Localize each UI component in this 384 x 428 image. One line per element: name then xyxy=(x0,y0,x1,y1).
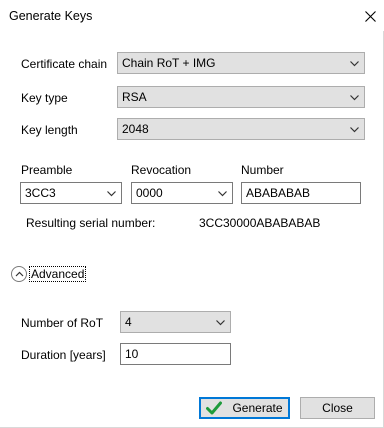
resulting-serial-value: 3CC30000ABABABAB xyxy=(199,216,321,230)
generate-button-label: Generate xyxy=(232,401,283,415)
revocation-value: 0000 xyxy=(136,186,163,200)
chevron-down-icon xyxy=(350,127,359,133)
certificate-chain-value: Chain RoT + IMG xyxy=(122,56,216,70)
key-length-value: 2048 xyxy=(122,122,149,136)
number-of-rot-select[interactable]: 4 xyxy=(120,311,231,333)
number-of-rot-value: 4 xyxy=(125,315,132,329)
number-label: Number xyxy=(241,163,284,177)
revocation-select[interactable]: 0000 xyxy=(131,182,233,204)
certificate-chain-label: Certificate chain xyxy=(21,57,108,71)
key-length-select[interactable]: 2048 xyxy=(117,118,365,140)
certificate-chain-select[interactable]: Chain RoT + IMG xyxy=(117,52,365,74)
generate-button[interactable]: Generate xyxy=(199,397,290,419)
chevron-down-icon xyxy=(218,191,227,197)
key-type-label: Key type xyxy=(21,91,68,105)
close-window-button[interactable] xyxy=(358,4,382,28)
resulting-serial-label: Resulting serial number: xyxy=(26,216,156,230)
chevron-down-icon xyxy=(350,95,359,101)
key-type-value: RSA xyxy=(122,90,147,104)
close-button[interactable]: Close xyxy=(300,397,375,419)
key-length-label: Key length xyxy=(21,123,78,137)
preamble-select[interactable]: 3CC3 xyxy=(20,182,122,204)
close-icon xyxy=(364,10,376,22)
close-button-label: Close xyxy=(322,401,353,415)
duration-label: Duration [years] xyxy=(21,348,106,362)
preamble-label: Preamble xyxy=(21,163,73,177)
number-of-rot-label: Number of RoT xyxy=(21,316,104,330)
key-type-select[interactable]: RSA xyxy=(117,86,365,108)
revocation-label: Revocation xyxy=(131,163,192,177)
chevron-down-icon xyxy=(107,191,116,197)
number-input[interactable]: ABABABAB xyxy=(241,182,361,204)
advanced-label: Advanced xyxy=(29,266,87,282)
duration-input[interactable]: 10 xyxy=(120,343,231,365)
advanced-toggle[interactable]: Advanced xyxy=(11,266,87,282)
preamble-value: 3CC3 xyxy=(25,186,56,200)
checkmark-icon xyxy=(206,401,223,415)
window-title: Generate Keys xyxy=(9,9,93,23)
chevron-down-icon xyxy=(216,320,225,326)
chevron-up-icon xyxy=(11,266,27,282)
chevron-down-icon xyxy=(350,61,359,67)
